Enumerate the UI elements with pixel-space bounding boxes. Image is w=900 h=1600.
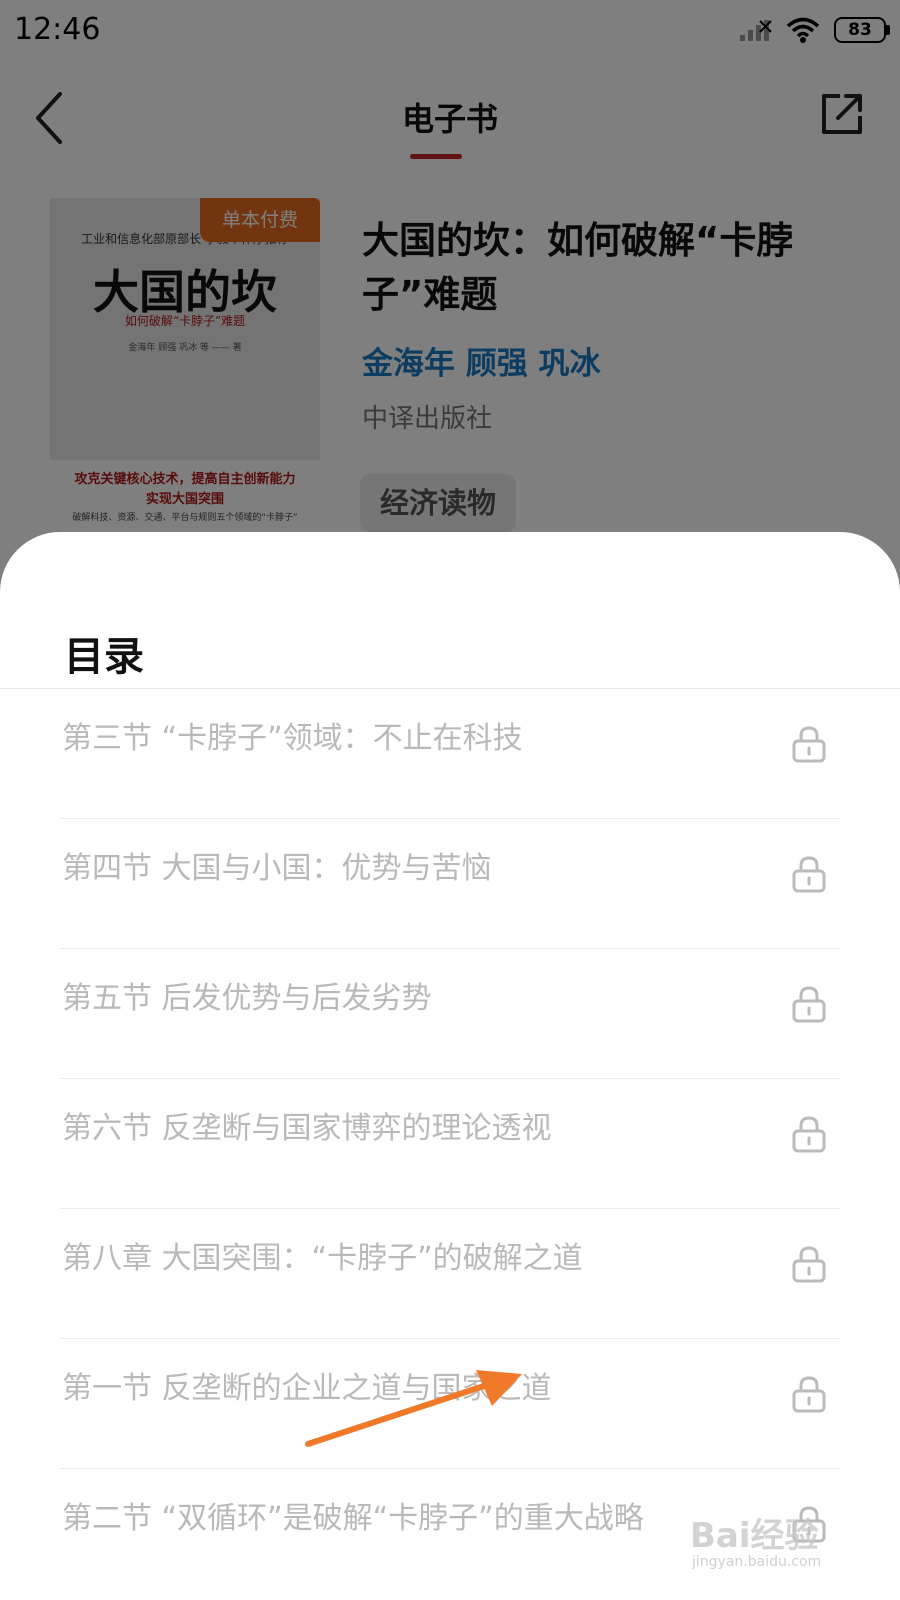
watermark-logo: Bai经验 [690,1516,819,1556]
lock-icon [792,1376,826,1413]
lock-icon [792,1116,826,1153]
toc-title: 目录 [64,634,144,680]
watermark: Bai经验 jingyan.baidu.com [690,1508,860,1580]
toc-item[interactable]: 第八章 大国突围：“卡脖子”的破解之道 [0,1209,900,1339]
toc-list: 第三节 “卡脖子”领域：不止在科技 第四节 大国与小国：优势与苦恼 第五节 后发… [0,689,900,1599]
toc-item-label: 第八章 大国突围：“卡脖子”的破解之道 [62,1241,583,1276]
toc-item-label: 第五节 后发优势与后发劣势 [62,981,432,1016]
toc-item-label: 第六节 反垄断与国家博弈的理论透视 [62,1111,552,1146]
lock-icon [792,726,826,763]
lock-icon [792,1246,826,1283]
lock-icon [792,986,826,1023]
watermark-url: jingyan.baidu.com [692,1554,822,1570]
toc-item-label: 第四节 大国与小国：优势与苦恼 [62,851,492,886]
toc-item[interactable]: 第四节 大国与小国：优势与苦恼 [0,819,900,949]
toc-item[interactable]: 第三节 “卡脖子”领域：不止在科技 [0,689,900,819]
toc-item[interactable]: 第五节 后发优势与后发劣势 [0,949,900,1079]
lock-icon [792,856,826,893]
toc-item-label: 第二节 “双循环”是破解“卡脖子”的重大战略 [62,1501,644,1536]
toc-item[interactable]: 第六节 反垄断与国家博弈的理论透视 [0,1079,900,1209]
toc-item-label: 第三节 “卡脖子”领域：不止在科技 [62,721,523,756]
annotation-arrow-icon [305,1370,522,1447]
